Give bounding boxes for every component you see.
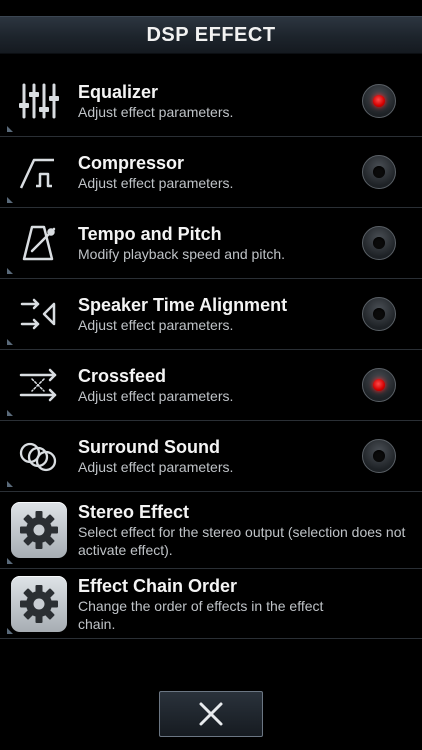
effect-row-crossfeed[interactable]: Crossfeed Adjust effect parameters. [0,350,422,421]
status-led-off [373,237,385,249]
close-button[interactable] [159,691,263,737]
status-led-on [373,95,385,107]
corner-indicator [7,481,13,487]
effect-name: Equalizer [78,82,159,102]
tempo-pitch-toggle[interactable] [362,226,396,260]
corner-indicator [7,410,13,416]
effect-name: Compressor [78,153,185,173]
effect-name: Surround Sound [78,437,220,457]
surround-sound-toggle[interactable] [362,439,396,473]
corner-indicator [7,339,13,345]
speaker-alignment-icon [14,289,64,339]
effect-description: Adjust effect parameters. [78,388,234,404]
compressor-toggle[interactable] [362,155,396,189]
setting-name: Effect Chain Order [78,575,238,596]
effect-row-equalizer[interactable]: Equalizer Adjust effect parameters. [0,66,422,137]
status-led-off [373,308,385,320]
effect-description: Adjust effect parameters. [78,175,234,191]
equalizer-sliders-icon [14,76,64,126]
corner-indicator [7,197,13,203]
corner-indicator [7,558,13,564]
gear-icon [11,575,67,632]
page-title: DSP EFFECT [146,23,276,46]
metronome-icon [14,218,64,268]
settings-row-stereo-effect[interactable]: Stereo Effect Select effect for the ster… [0,492,422,569]
corner-indicator [7,126,13,132]
effect-list: Equalizer Adjust effect parameters. Comp… [0,66,422,639]
effect-row-tempo-pitch[interactable]: Tempo and Pitch Modify playback speed an… [0,208,422,279]
setting-description: Change the order of effects in the effec… [78,597,324,632]
effect-name: Tempo and Pitch [78,224,222,244]
corner-indicator [7,628,13,634]
effect-description: Adjust effect parameters. [78,459,234,475]
effect-row-surround-sound[interactable]: Surround Sound Adjust effect parameters. [0,421,422,492]
effect-row-speaker-time-alignment[interactable]: Speaker Time Alignment Adjust effect par… [0,279,422,350]
close-icon [199,702,223,726]
effect-name: Speaker Time Alignment [78,295,288,315]
corner-indicator [7,268,13,274]
crossfeed-arrows-icon [14,360,64,410]
setting-name: Stereo Effect [78,502,190,522]
crossfeed-toggle[interactable] [362,368,396,402]
status-led-on [373,379,385,391]
speaker-alignment-toggle[interactable] [362,297,396,331]
settings-row-effect-chain-order[interactable]: Effect Chain Order Change the order of e… [0,569,422,639]
status-led-off [373,450,385,462]
title-bar: DSP EFFECT [0,16,422,54]
setting-description: Select effect for the stereo output (sel… [78,524,406,558]
effect-name: Crossfeed [78,366,167,386]
gear-icon [11,502,67,558]
compressor-curve-icon [14,147,64,197]
effect-description: Adjust effect parameters. [78,317,234,333]
effect-description: Adjust effect parameters. [78,104,234,120]
status-led-off [373,166,385,178]
effect-row-compressor[interactable]: Compressor Adjust effect parameters. [0,137,422,208]
equalizer-toggle[interactable] [362,84,396,118]
surround-circles-icon [14,431,64,481]
effect-description: Modify playback speed and pitch. [78,246,286,262]
